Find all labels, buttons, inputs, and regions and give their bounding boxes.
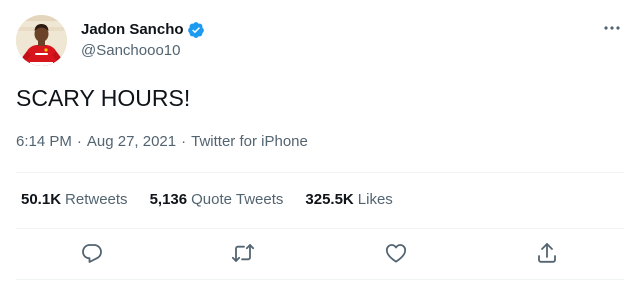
quote-tweets-label: Quote Tweets	[191, 191, 284, 208]
more-options-button[interactable]	[602, 18, 622, 38]
likes-label: Likes	[357, 191, 393, 208]
retweets-label: Retweets	[65, 191, 128, 208]
share-icon	[538, 243, 556, 263]
divider	[16, 279, 624, 280]
tweet-actions	[0, 241, 640, 265]
user-handle[interactable]: @Sanchooo10	[81, 41, 180, 61]
tweet-metadata: 6:14 PM · Aug 27, 2021 · Twitter for iPh…	[16, 132, 308, 152]
tweet-source[interactable]: Twitter for iPhone	[191, 132, 308, 152]
tweet-card: Jadon Sancho @Sanchooo10 SCARY HOURS! 6:…	[0, 0, 640, 287]
quote-tweets-stat[interactable]: 5,136 Quote Tweets	[150, 190, 284, 210]
tweet-text: SCARY HOURS!	[16, 85, 191, 111]
retweet-button[interactable]	[231, 241, 255, 265]
retweets-count: 50.1K	[21, 191, 62, 208]
tweet-stats: 50.1K Retweets 5,136 Quote Tweets 325.5K Li…	[21, 190, 415, 210]
reply-icon	[82, 244, 102, 263]
avatar[interactable]	[16, 15, 67, 66]
display-name[interactable]: Jadon Sancho	[81, 20, 184, 40]
retweets-stat[interactable]: 50.1K Retweets	[21, 190, 128, 210]
avatar-image	[16, 15, 67, 66]
meta-separator: ·	[181, 133, 187, 150]
retweet-icon	[231, 244, 255, 262]
user-name-row[interactable]: Jadon Sancho	[81, 20, 205, 40]
likes-count: 325.5K	[305, 191, 354, 208]
more-horizontal-icon	[604, 26, 620, 30]
likes-stat[interactable]: 325.5K Likes	[305, 190, 392, 210]
quote-tweets-count: 5,136	[149, 191, 188, 208]
divider	[16, 172, 624, 173]
like-button[interactable]	[384, 241, 408, 265]
verified-badge-icon	[187, 22, 204, 38]
reply-button[interactable]	[80, 241, 104, 265]
tweet-time[interactable]: 6:14 PM	[16, 132, 72, 152]
share-button[interactable]	[535, 241, 559, 265]
divider	[16, 228, 624, 229]
heart-icon	[385, 244, 407, 263]
meta-separator: ·	[76, 133, 82, 150]
tweet-date[interactable]: Aug 27, 2021	[87, 132, 176, 152]
